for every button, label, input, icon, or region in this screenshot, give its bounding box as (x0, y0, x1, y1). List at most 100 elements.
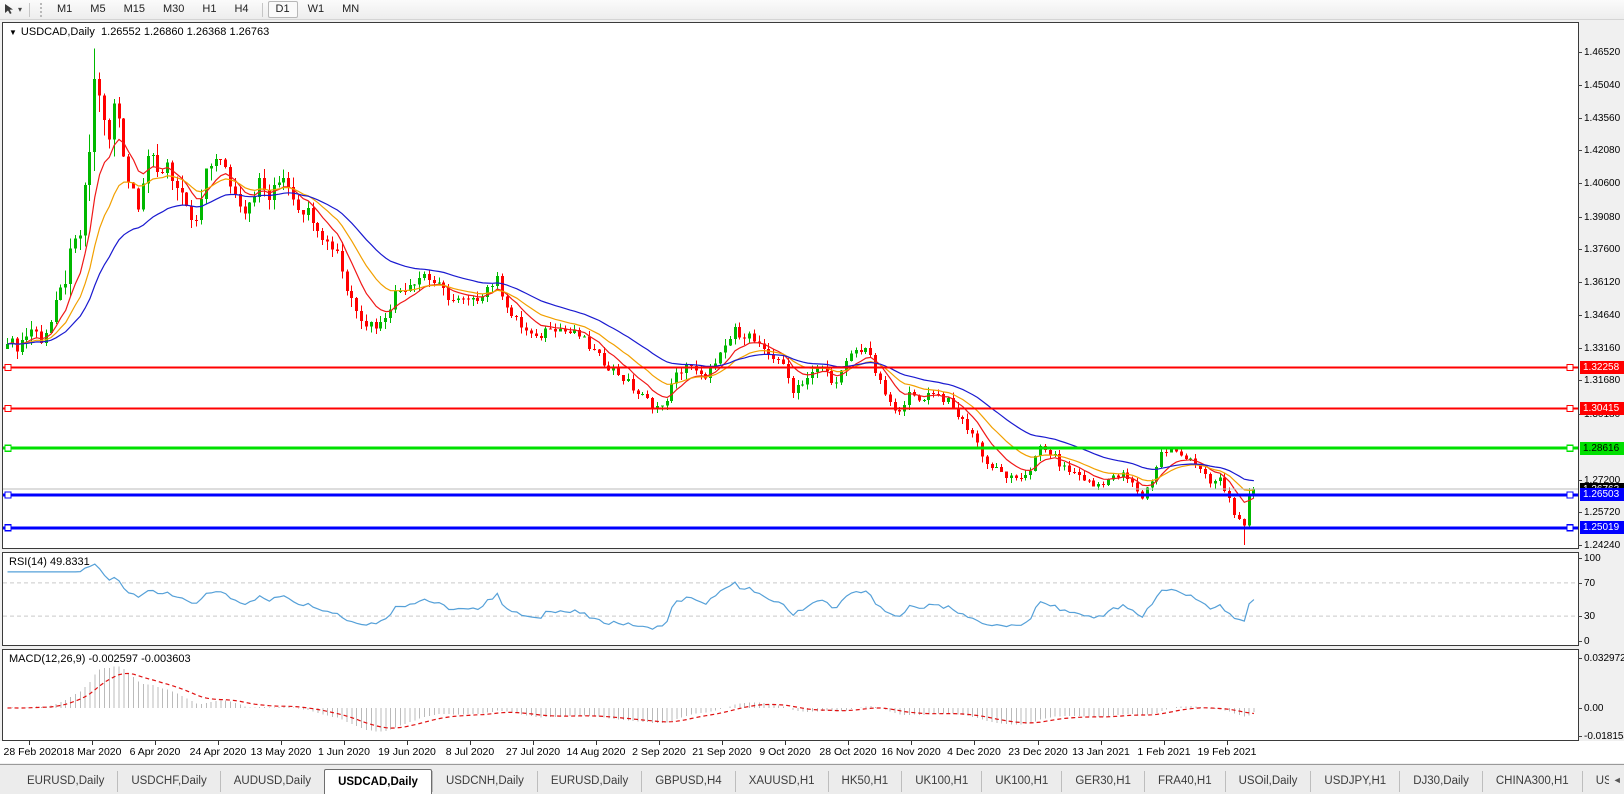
macd-values: -0.002597 -0.003603 (88, 653, 191, 665)
time-axis-tick (29, 741, 30, 745)
chart-tab-xauusd-h1[interactable]: XAUUSD,H1 (734, 771, 828, 792)
toolbar-separator (29, 2, 31, 17)
price-axis-label: 1.33160 (1584, 343, 1621, 354)
price-axis-label: 1.25720 (1584, 507, 1621, 518)
time-axis-label: 23 Dec 2020 (1008, 746, 1068, 758)
timeframe-button-D1[interactable]: D1 (267, 1, 298, 18)
chart-tab-eurusd-daily[interactable]: EURUSD,Daily (14, 771, 117, 792)
chart-tab-audusd-daily[interactable]: AUDUSD,Daily (219, 771, 324, 792)
macd-indicator-pane[interactable]: MACD(12,26,9) -0.002597 -0.003603 (2, 649, 1579, 741)
main-chart-pane[interactable]: ▼ USDCAD,Daily 1.26552 1.26860 1.26368 1.… (2, 22, 1579, 549)
price-axis-label: 1.34640 (1584, 310, 1621, 321)
collapse-triangle-icon[interactable]: ▼ (9, 28, 17, 37)
chart-tab-usdcad-daily[interactable]: USDCAD,Daily (324, 769, 432, 794)
time-axis-label: 8 Jul 2020 (445, 746, 495, 758)
time-axis-label: 1 Feb 2021 (1137, 746, 1191, 758)
time-axis-label: 14 Aug 2020 (566, 746, 626, 758)
time-axis-tick (407, 741, 408, 745)
time-axis-label: 18 Mar 2020 (62, 746, 122, 758)
time-axis-tick (1101, 741, 1102, 745)
rsi-title: RSI(14) 49.8331 (9, 556, 90, 568)
cursor-tool-button[interactable]: ▾ (0, 2, 25, 17)
time-axis-label: 27 Jul 2020 (505, 746, 561, 758)
price-axis-label: 1.43560 (1584, 113, 1621, 124)
axis-tick-mark (1578, 118, 1582, 119)
chart-tab-usdjpy-h1[interactable]: USDJPY,H1 (1310, 771, 1399, 792)
chart-tab-dj30-daily[interactable]: DJ30,Daily (1399, 771, 1482, 792)
chart-tab-uk100-h1[interactable]: UK100,H1 (901, 771, 981, 792)
time-axis[interactable]: 28 Feb 2020 18 Mar 2020 6 Apr 2020 24 Apr 2… (0, 741, 1624, 763)
price-axis-label: 1.36120 (1584, 277, 1621, 288)
chart-tab-bar: EURUSD,Daily USDCHF,Daily AUDUSD,Daily USDC… (0, 764, 1624, 794)
horizontal-line-1.28616[interactable] (3, 444, 1578, 452)
time-axis-tick (659, 741, 660, 745)
price-axis-label: 1.40600 (1584, 178, 1621, 189)
time-axis-label: 13 Jan 2021 (1072, 746, 1130, 758)
chevron-down-icon[interactable]: ▾ (18, 5, 22, 14)
price-tag-1.26503: 1.26503 (1580, 488, 1624, 501)
time-axis-tick (722, 741, 723, 745)
horizontal-line-1.26503[interactable] (3, 491, 1578, 499)
price-axis-label: 1.24240 (1584, 540, 1621, 551)
chart-tab-eurusd-daily[interactable]: EURUSD,Daily (536, 771, 641, 792)
horizontal-line-1.32258[interactable] (3, 364, 1578, 372)
macd-plot[interactable] (3, 650, 1578, 740)
timeframe-button-M15[interactable]: M15 (116, 1, 153, 18)
chart-tab-china300-h1[interactable]: CHINA300,H1 (1481, 771, 1582, 792)
rsi-line (7, 563, 1255, 630)
macd-title: MACD(12,26,9) -0.002597 -0.003603 (9, 653, 191, 665)
price-axis-label: 1.46520 (1584, 47, 1621, 58)
time-axis-tick (533, 741, 534, 745)
timeframe-button-M30[interactable]: M30 (155, 1, 192, 18)
axis-tick-mark (1578, 217, 1582, 218)
timeframe-button-M5[interactable]: M5 (82, 1, 113, 18)
axis-tick-mark (1578, 708, 1582, 709)
time-axis-label: 19 Jun 2020 (378, 746, 436, 758)
horizontal-line-1.30415[interactable] (3, 404, 1578, 412)
time-axis-label: 9 Oct 2020 (759, 746, 811, 758)
time-axis-tick (974, 741, 975, 745)
axis-tick-mark (1578, 512, 1582, 513)
chart-tab-usoil-daily[interactable]: USOil,Daily (1224, 771, 1311, 792)
time-axis-tick (1227, 741, 1228, 745)
time-axis-label: 28 Feb 2020 (3, 746, 63, 758)
macd-label: MACD(12,26,9) (9, 653, 86, 665)
time-axis-label: 2 Sep 2020 (632, 746, 686, 758)
chart-tab-gbpusd-h4[interactable]: GBPUSD,H4 (641, 771, 734, 792)
tab-scroll-left-icon[interactable]: ◄ (1609, 775, 1624, 785)
toolbar-grip-handle[interactable] (40, 2, 45, 17)
time-axis-label: 1 Jun 2020 (318, 746, 370, 758)
chart-tab-uk100-h1[interactable]: UK100,H1 (981, 771, 1061, 792)
timeframe-button-H4[interactable]: H4 (226, 1, 256, 18)
time-axis-tick (596, 741, 597, 745)
rsi-axis-label: 100 (1584, 553, 1601, 564)
macd-axis-label: 0.00 (1584, 703, 1604, 714)
timeframe-button-MN[interactable]: MN (334, 1, 367, 18)
chart-tab-usdcnh-daily[interactable]: USDCNH,Daily (431, 771, 537, 792)
time-axis-label: 21 Sep 2020 (692, 746, 752, 758)
time-axis-tick (1164, 741, 1165, 745)
chart-tab-usdchf-daily[interactable]: USDCHF,Daily (117, 771, 219, 792)
rsi-indicator-pane[interactable]: RSI(14) 49.8331 (2, 552, 1579, 646)
horizontal-line-1.25019[interactable] (3, 524, 1578, 532)
price-axis-label: 1.45040 (1584, 80, 1621, 91)
time-axis-tick (1038, 741, 1039, 745)
price-axis-label: 1.39080 (1584, 212, 1621, 223)
chart-tab-ger30-h1[interactable]: GER30,H1 (1061, 771, 1144, 792)
timeframe-button-W1[interactable]: W1 (300, 1, 333, 18)
axis-tick-mark (1578, 380, 1582, 381)
mt4-window: ▾ M1 M5 M15 M30 H1 H4 D1 W1 MN ▼ USDCAD,Daily 1.2… (0, 0, 1624, 794)
chart-tab-usoil-[interactable]: USOil, (1581, 771, 1609, 792)
timeframe-button-H1[interactable]: H1 (194, 1, 224, 18)
macd-axis-label: 0.032972 (1584, 653, 1624, 664)
time-axis-label: 6 Apr 2020 (129, 746, 181, 758)
timeframe-button-M1[interactable]: M1 (49, 1, 80, 18)
axis-tick-mark (1578, 641, 1582, 642)
candlestick-chart[interactable] (3, 23, 1578, 548)
price-tag-1.25019: 1.25019 (1580, 521, 1624, 534)
chart-tab-hk50-h1[interactable]: HK50,H1 (827, 771, 902, 792)
chart-tab-fra40-h1[interactable]: FRA40,H1 (1143, 771, 1225, 792)
rsi-plot[interactable] (3, 553, 1578, 645)
time-axis-tick (92, 741, 93, 745)
time-axis-tick (218, 741, 219, 745)
